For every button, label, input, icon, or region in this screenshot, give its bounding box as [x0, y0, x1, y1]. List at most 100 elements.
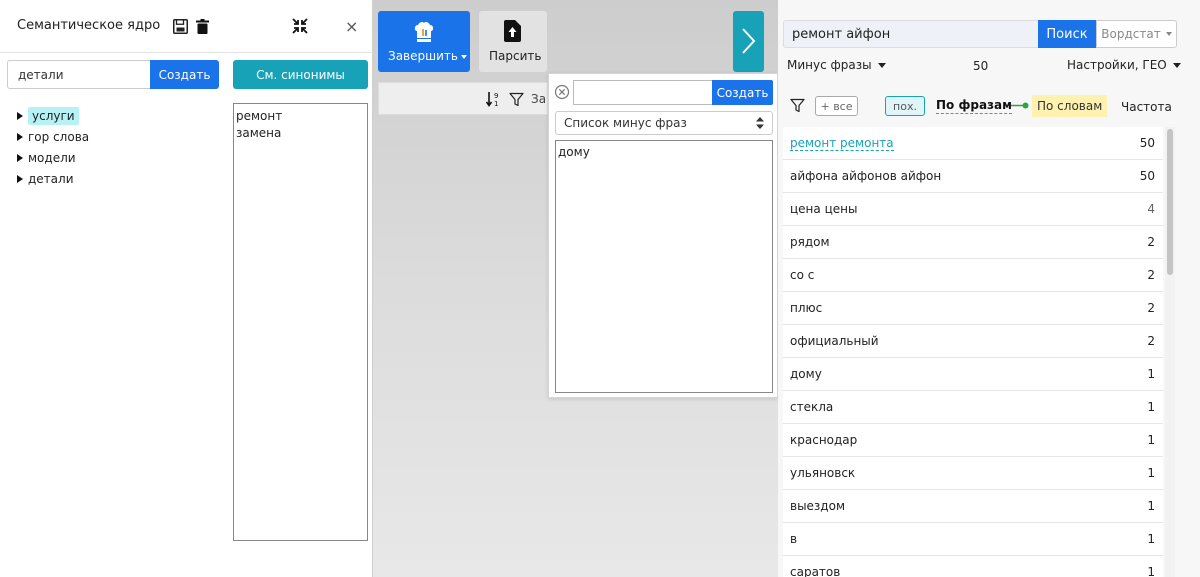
panel-title: Семантическое ядро — [17, 18, 161, 33]
tree-item-label: услуги — [28, 107, 79, 125]
semantic-core-panel: Семантическое ядро × Создать См. синоним… — [0, 0, 373, 577]
chef-hat-icon — [414, 21, 434, 42]
tree-item-label: гор слова — [28, 130, 90, 144]
phrase-count: 1 — [1147, 400, 1155, 414]
list-item[interactable]: выездом 1 — [783, 490, 1163, 523]
phrase-count: 1 — [1147, 367, 1155, 381]
list-item[interactable]: дому 1 — [783, 358, 1163, 391]
phrase-text: выездом — [790, 499, 846, 513]
caret-down-icon — [1172, 62, 1181, 68]
settings-geo-toggle[interactable]: Настройки, ГЕО — [1067, 58, 1181, 72]
minus-phrases-label: Минус фразы — [787, 58, 872, 72]
tree-item-city-words[interactable]: гор слова — [17, 127, 93, 147]
phrase-count: 1 — [1147, 565, 1155, 577]
caret-right-icon — [17, 154, 23, 162]
search-input[interactable]: ремонт айфон — [783, 20, 1039, 48]
phrase-count: 2 — [1147, 334, 1155, 348]
list-item[interactable]: ремонт ремонта 50 — [783, 127, 1163, 160]
list-item[interactable]: краснодар 1 — [783, 424, 1163, 457]
wordstat-dropdown[interactable]: Вордстат — [1096, 20, 1177, 48]
list-item[interactable]: официальный 2 — [783, 325, 1163, 358]
create-group-button[interactable]: Создать — [150, 60, 219, 89]
filter-icon[interactable] — [790, 98, 805, 113]
mode-toggle-icon[interactable] — [1011, 102, 1029, 109]
minus-phrases-popup: Создать Список минус фраз дому — [548, 73, 778, 398]
minus-phrases-textarea[interactable]: дому — [555, 140, 773, 393]
search-panel: ремонт айфон Поиск Вордстат Минус фразы … — [778, 0, 1200, 577]
phrase-count: 2 — [1147, 301, 1155, 315]
toolbar-cut-label: За — [531, 92, 547, 106]
settings-geo-label: Настройки, ГЕО — [1067, 58, 1167, 72]
select-arrows-icon — [756, 117, 764, 129]
phrase-text[interactable]: ремонт ремонта — [790, 136, 894, 151]
trash-icon[interactable] — [196, 19, 209, 34]
phrase-count: 1 — [1147, 466, 1155, 480]
tree-item-label: модели — [28, 151, 76, 165]
add-all-button[interactable]: + все — [815, 96, 858, 116]
finish-label: Завершить — [388, 49, 458, 63]
synonyms-button[interactable]: См. синонимы — [233, 60, 368, 89]
minus-list-select[interactable]: Список минус фраз — [555, 111, 773, 135]
tree-item-services[interactable]: услуги — [17, 106, 79, 126]
svg-text:9: 9 — [494, 92, 498, 100]
phrase-count: 1 — [1147, 499, 1155, 513]
phrase-text: цена цены — [790, 202, 858, 216]
collapse-icon[interactable] — [292, 18, 308, 34]
search-button[interactable]: Поиск — [1038, 20, 1096, 48]
phrase-text: плюс — [790, 301, 823, 315]
tree-item-parts[interactable]: детали — [17, 169, 78, 189]
phrase-count: 2 — [1147, 268, 1155, 282]
phrase-count: 1 — [1147, 433, 1155, 447]
minus-phrase-input[interactable] — [573, 80, 713, 105]
group-name-input[interactable] — [7, 60, 151, 89]
header-divider — [0, 52, 373, 53]
by-phrases-tab[interactable]: По фразам — [936, 98, 1012, 114]
caret-right-icon — [17, 175, 23, 183]
parse-button[interactable]: Парсить — [479, 11, 547, 72]
phrase-text: в — [790, 532, 798, 546]
synonym-line: замена — [236, 126, 282, 140]
tree-item-label: детали — [28, 172, 74, 186]
similar-button[interactable]: пох. — [885, 96, 925, 116]
tree-item-models[interactable]: модели — [17, 148, 80, 168]
by-words-tab[interactable]: По словам — [1032, 95, 1108, 117]
filter-icon[interactable] — [509, 92, 524, 107]
caret-down-icon — [877, 62, 886, 68]
list-item[interactable]: саратов 1 — [783, 556, 1163, 577]
frequency-header[interactable]: Частота — [1121, 100, 1172, 114]
expand-panel-button[interactable] — [733, 11, 764, 72]
scrollbar[interactable] — [1165, 127, 1175, 577]
phrase-list: ремонт ремонта 50 айфона айфонов айфон 50 … — [783, 127, 1163, 577]
close-icon[interactable]: × — [345, 17, 358, 36]
minus-list-select-value: Список минус фраз — [564, 116, 687, 130]
sort-numeric-icon[interactable]: 9 1 — [486, 91, 500, 107]
phrase-text: дому — [790, 367, 822, 381]
minus-phrases-toggle[interactable]: Минус фразы — [787, 58, 886, 72]
wordstat-label: Вордстат — [1101, 27, 1161, 41]
list-item[interactable]: в1 — [783, 523, 1163, 556]
save-icon[interactable] — [173, 19, 188, 34]
create-minus-list-button[interactable]: Создать — [712, 80, 773, 105]
parse-label: Парсить — [489, 49, 542, 63]
phrase-text: официальный — [790, 334, 879, 348]
caret-down-icon — [1165, 32, 1172, 36]
list-item[interactable]: стекла 1 — [783, 391, 1163, 424]
caret-right-icon — [17, 112, 23, 120]
list-item[interactable]: со с 2 — [783, 259, 1163, 292]
phrase-count: 2 — [1147, 235, 1155, 249]
scrollbar-thumb[interactable] — [1167, 129, 1173, 275]
finish-button[interactable]: Завершить — [378, 11, 470, 72]
phrase-text: краснодар — [790, 433, 858, 447]
list-item[interactable]: рядом 2 — [783, 226, 1163, 259]
synonyms-textarea[interactable]: ремонт замена — [233, 103, 368, 541]
list-item[interactable]: ульяновск 1 — [783, 457, 1163, 490]
phrase-text: айфона айфонов айфон — [790, 169, 942, 183]
group-toolbar: 9 1 За — [378, 82, 548, 115]
clear-circle-icon[interactable] — [554, 84, 570, 100]
phrase-text: стекла — [790, 400, 834, 414]
list-item[interactable]: цена цены 4 — [783, 193, 1163, 226]
list-item[interactable]: плюс 2 — [783, 292, 1163, 325]
synonym-line: ремонт — [236, 109, 283, 123]
list-item[interactable]: айфона айфонов айфон 50 — [783, 160, 1163, 193]
caret-down-icon — [460, 54, 467, 59]
